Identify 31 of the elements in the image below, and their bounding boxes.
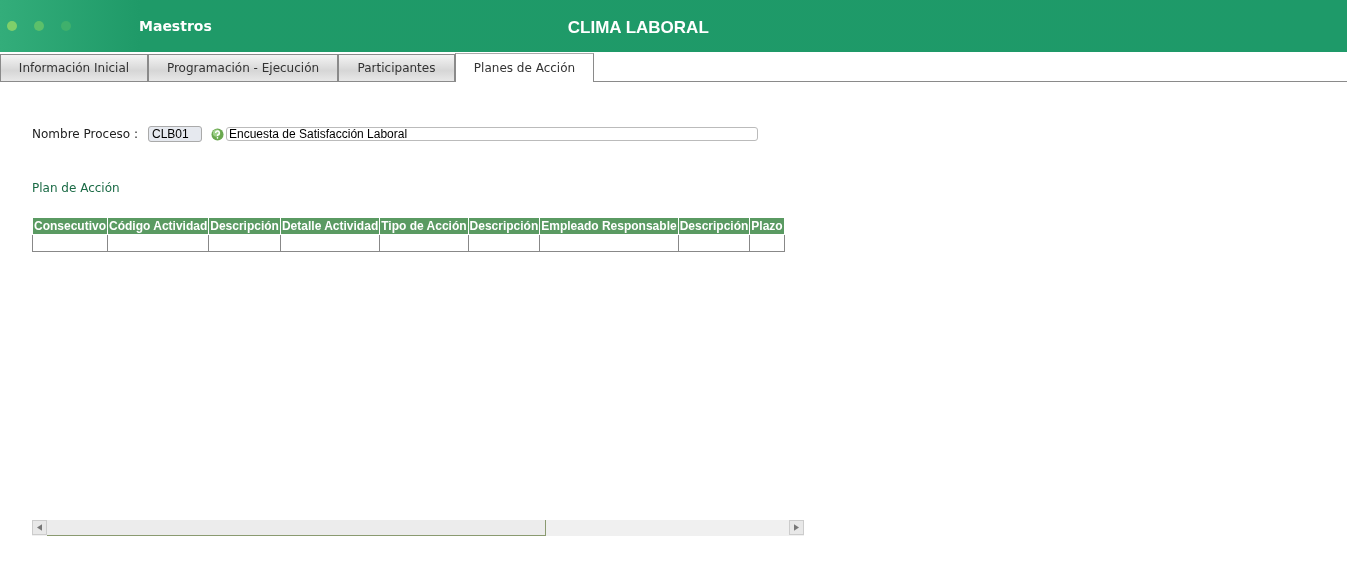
window-control-icon[interactable] — [7, 21, 17, 31]
column-header: Descripción — [208, 217, 281, 235]
table-cell — [749, 234, 785, 252]
section-heading: Plan de Acción — [32, 181, 121, 195]
scrollbar-thumb[interactable] — [47, 520, 546, 536]
column-header: Plazo — [749, 217, 785, 235]
field-label: Nombre Proceso : — [32, 127, 139, 141]
scroll-right-button[interactable] — [789, 520, 804, 535]
process-name-field[interactable]: Encuesta de Satisfacción Laboral — [226, 127, 758, 141]
column-header: Consecutivo — [32, 217, 108, 235]
tab[interactable]: Información Inicial — [0, 54, 148, 81]
tab[interactable]: Planes de Acción — [455, 53, 594, 82]
right-arrow-icon — [794, 524, 799, 531]
code-field[interactable]: CLB01 — [148, 126, 202, 142]
help-icon[interactable] — [211, 127, 224, 141]
scroll-left-button[interactable] — [32, 520, 47, 535]
column-header: Código Actividad — [107, 217, 209, 235]
tab[interactable]: Programación - Ejecución — [148, 54, 338, 81]
section-title: Maestros — [139, 18, 212, 34]
column-header: Detalle Actividad — [280, 217, 380, 235]
left-arrow-icon — [37, 524, 42, 531]
horizontal-scrollbar[interactable] — [32, 520, 804, 536]
tab[interactable]: Participantes — [338, 54, 455, 81]
column-header: Descripción — [468, 217, 540, 235]
column-header: Tipo de Acción — [379, 217, 469, 235]
window-control-icon[interactable] — [34, 21, 44, 31]
column-header: Empleado Responsable — [539, 217, 679, 235]
table-cell — [468, 234, 540, 252]
table-cell — [678, 234, 750, 252]
page-title: CLIMA LABORAL — [567, 17, 709, 38]
column-header: Descripción — [678, 217, 750, 235]
